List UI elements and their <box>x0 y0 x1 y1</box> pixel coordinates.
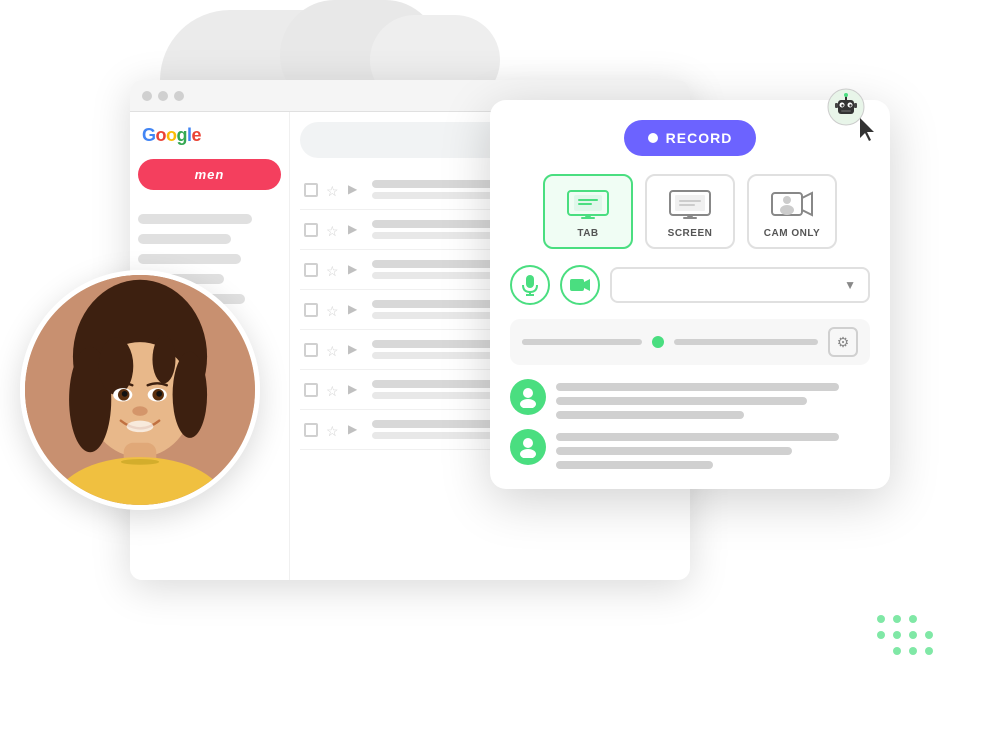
record-button[interactable]: RECORD <box>624 120 757 156</box>
tab-active-dot <box>652 336 664 348</box>
tab-progress-bar <box>522 339 642 345</box>
microphone-button[interactable] <box>510 265 550 305</box>
email-checkbox[interactable] <box>304 183 318 197</box>
person-photo-inner <box>25 275 255 505</box>
cam-only-mode-label: CAM ONLY <box>764 228 820 239</box>
deco-dot <box>893 631 901 639</box>
record-dot-icon <box>648 133 658 143</box>
user-line-1b <box>556 397 807 405</box>
deco-dot <box>909 631 917 639</box>
tab-mode-icon <box>566 188 610 220</box>
deco-dot <box>893 615 901 623</box>
browser-dot-red <box>142 91 152 101</box>
user-line-1c <box>556 411 744 419</box>
user-line-1a <box>556 383 839 391</box>
screen-mode-label: SCREEN <box>668 228 713 239</box>
user-avatar-2 <box>510 429 546 465</box>
compose-button[interactable]: men <box>138 159 281 190</box>
user-row-1 <box>510 379 870 419</box>
deco-dot <box>925 647 933 655</box>
label-icon: ▶ <box>348 262 364 278</box>
deco-dot <box>877 615 885 623</box>
mode-card-tab[interactable]: TAB <box>543 174 633 249</box>
person-photo <box>20 270 260 510</box>
tab-mode-label: TAB <box>577 228 598 239</box>
deco-dot <box>909 615 917 623</box>
browser-dot-green <box>174 91 184 101</box>
email-checkbox[interactable] <box>304 343 318 357</box>
deco-dot <box>925 631 933 639</box>
label-icon: ▶ <box>348 382 364 398</box>
mode-card-screen[interactable]: SCREEN <box>645 174 735 249</box>
star-icon[interactable]: ☆ <box>326 343 340 357</box>
user-line-2a <box>556 433 839 441</box>
google-logo-text: Google <box>142 124 201 147</box>
user-line-2c <box>556 461 713 469</box>
av-controls: ▼ <box>510 265 870 305</box>
tab-indicator-row: ⚙ <box>510 319 870 365</box>
user-line-2b <box>556 447 792 455</box>
sidebar-nav-item-3 <box>138 254 241 264</box>
record-button-label: RECORD <box>666 130 733 146</box>
scene: Google men <box>0 0 990 747</box>
star-icon[interactable]: ☆ <box>326 423 340 437</box>
sidebar-nav-item-2 <box>138 234 231 244</box>
person-icon-1 <box>518 386 538 408</box>
google-logo: Google <box>138 124 281 147</box>
cam-only-mode-icon <box>770 188 814 220</box>
mouse-cursor <box>860 118 880 148</box>
user-row-2 <box>510 429 870 469</box>
user-avatar-1 <box>510 379 546 415</box>
sidebar-nav-item-1 <box>138 214 252 224</box>
deco-dot <box>909 647 917 655</box>
camera-dropdown[interactable]: ▼ <box>610 267 870 303</box>
user-content-2 <box>556 429 870 469</box>
user-list <box>510 379 870 469</box>
email-checkbox[interactable] <box>304 263 318 277</box>
screen-mode-icon <box>668 188 712 220</box>
label-icon: ▶ <box>348 182 364 198</box>
deco-dot <box>877 631 885 639</box>
tab-progress-fill <box>522 339 588 345</box>
email-checkbox[interactable] <box>304 423 318 437</box>
label-icon: ▶ <box>348 422 364 438</box>
star-icon[interactable]: ☆ <box>326 303 340 317</box>
email-checkbox[interactable] <box>304 223 318 237</box>
star-icon[interactable]: ☆ <box>326 223 340 237</box>
decorative-dots <box>877 615 935 657</box>
email-checkbox[interactable] <box>304 303 318 317</box>
recording-mode-options: TAB SCREEN <box>510 174 870 249</box>
microphone-icon <box>521 274 539 296</box>
gear-icon: ⚙ <box>837 334 850 351</box>
camera-icon <box>569 277 591 293</box>
email-checkbox[interactable] <box>304 383 318 397</box>
mode-card-cam-only[interactable]: CAM ONLY <box>747 174 837 249</box>
star-icon[interactable]: ☆ <box>326 183 340 197</box>
extension-panel: RECORD TAB <box>490 100 890 489</box>
label-icon: ▶ <box>348 222 364 238</box>
chevron-down-icon: ▼ <box>844 278 856 292</box>
deco-dot <box>893 647 901 655</box>
label-icon: ▶ <box>348 342 364 358</box>
tab-line-right <box>674 339 818 345</box>
camera-button[interactable] <box>560 265 600 305</box>
star-icon[interactable]: ☆ <box>326 383 340 397</box>
label-icon: ▶ <box>348 302 364 318</box>
browser-dot-yellow <box>158 91 168 101</box>
settings-button[interactable]: ⚙ <box>828 327 858 357</box>
user-content-1 <box>556 379 870 419</box>
person-icon-2 <box>518 436 538 458</box>
star-icon[interactable]: ☆ <box>326 263 340 277</box>
